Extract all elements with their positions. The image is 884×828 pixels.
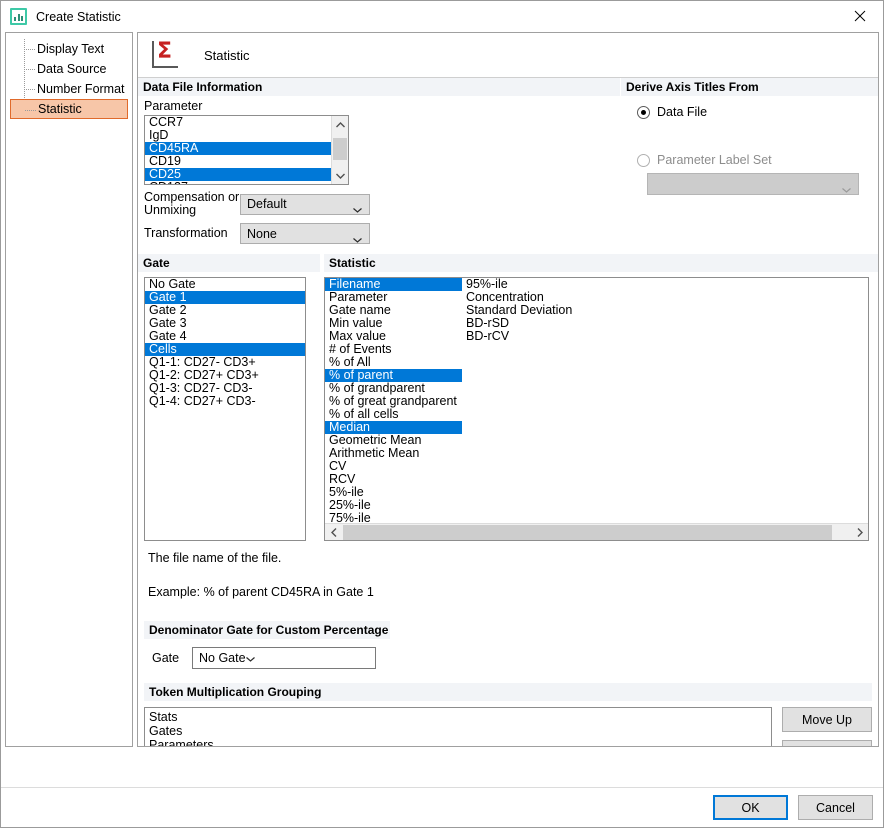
chevron-right-icon[interactable] [851, 524, 868, 541]
transformation-dropdown[interactable]: None [240, 223, 370, 244]
cancel-button[interactable]: Cancel [798, 795, 873, 820]
gate-section: Gate No Gate Gate 1 Gate 2 Gate 3 Gate 4… [138, 254, 320, 541]
tree-branch-icon [24, 69, 35, 70]
sidebar-item-label: Display Text [37, 42, 105, 56]
statistic-page: Σ Statistic Data File Information Parame… [137, 32, 879, 747]
list-item[interactable]: Stats [145, 710, 771, 724]
statistic-example: Example: % of parent CD45RA in Gate 1 [148, 585, 374, 599]
sidebar-item-number-format[interactable]: Number Format [6, 79, 132, 99]
list-item[interactable]: Gates [145, 724, 771, 738]
statistic-description: The file name of the file. [148, 551, 282, 565]
radio-icon [637, 153, 650, 167]
chart-window-icon [10, 8, 27, 25]
scrollbar-thumb[interactable] [343, 524, 832, 540]
statistic-column-secondary: 95%-ile Concentration Standard Deviation… [462, 278, 662, 343]
sidebar-item-label: Data Source [37, 62, 107, 76]
parameter-label-set-dropdown[interactable] [647, 173, 859, 195]
statistic-listbox[interactable]: Filename Parameter Gate name Min value M… [324, 277, 869, 541]
move-down-button[interactable]: Move Down [782, 740, 872, 746]
scrollbar-thumb[interactable] [333, 138, 347, 160]
list-item[interactable]: CCR7 [145, 116, 348, 129]
token-grouping-section: Token Multiplication Grouping Stats Gate… [138, 683, 878, 746]
tree-branch-icon [24, 89, 35, 90]
radio-data-file-label: Data File [657, 105, 708, 119]
title-bar: Create Statistic [1, 1, 883, 32]
sidebar-item-display-text[interactable]: Display Text [6, 39, 132, 59]
compensation-row: Compensation or Unmixing Default [144, 191, 620, 217]
navigation-tree: Display Text Data Source Number Format S… [5, 32, 133, 747]
chevron-down-icon [842, 182, 851, 196]
chevron-down-icon [353, 232, 362, 246]
page-title: Statistic [204, 47, 250, 63]
window-title: Create Statistic [36, 9, 121, 24]
list-item[interactable]: Q1-4: CD27+ CD3- [145, 395, 305, 408]
radio-icon [637, 105, 650, 119]
transformation-label: Transformation [144, 226, 228, 240]
denominator-header: Denominator Gate for Custom Percentage [144, 621, 390, 639]
dialog-footer: OK Cancel [1, 787, 883, 827]
ok-button[interactable]: OK [713, 795, 788, 820]
statistic-header: Statistic [324, 254, 878, 272]
tree-branch-icon [24, 49, 35, 50]
list-item[interactable]: CD127 [145, 181, 348, 185]
radio-parameter-label-set[interactable]: Parameter Label Set [637, 153, 878, 167]
compensation-label: Compensation or Unmixing [144, 190, 240, 217]
token-grouping-listbox[interactable]: Stats Gates Parameters [144, 707, 772, 746]
derive-axis-titles-section: Derive Axis Titles From Data File Parame… [620, 78, 878, 244]
data-file-information-section: Data File Information Parameter CCR7 IgD… [138, 78, 620, 244]
parameter-scrollbar[interactable] [331, 116, 348, 184]
sigma-icon: Σ [152, 40, 182, 70]
list-item[interactable]: Parameters [145, 738, 771, 746]
statistic-section: Statistic Filename Parameter Gate name M… [324, 254, 878, 541]
sidebar-item-data-source[interactable]: Data Source [6, 59, 132, 79]
denominator-gate-label: Gate [152, 651, 180, 665]
create-statistic-dialog: Create Statistic Display Text Data Sourc… [0, 0, 884, 828]
derive-axis-titles-header: Derive Axis Titles From [621, 78, 878, 96]
sidebar-item-label: Statistic [38, 102, 82, 116]
chevron-down-icon [353, 202, 362, 216]
scroll-up-icon[interactable] [332, 116, 348, 133]
statistic-column-primary: Filename Parameter Gate name Min value M… [325, 278, 462, 524]
chevron-down-icon [245, 651, 255, 665]
gate-header: Gate [138, 254, 320, 272]
scroll-down-icon[interactable] [332, 167, 348, 184]
radio-parameter-label-set-label: Parameter Label Set [657, 153, 772, 167]
transformation-row: Transformation None [144, 223, 620, 244]
denominator-section: Denominator Gate for Custom Percentage G… [138, 621, 878, 669]
move-up-button[interactable]: Move Up [782, 707, 872, 732]
sidebar-item-label: Number Format [37, 82, 125, 96]
list-item[interactable]: BD-rCV [462, 330, 662, 343]
parameter-label: Parameter [144, 99, 203, 113]
transformation-value: None [247, 226, 277, 241]
radio-data-file[interactable]: Data File [637, 105, 878, 119]
close-icon[interactable] [837, 1, 883, 31]
sidebar-item-statistic[interactable]: Statistic [10, 99, 128, 119]
parameter-listbox[interactable]: CCR7 IgD CD45RA CD19 CD25 CD127 [144, 115, 349, 185]
statistic-horizontal-scrollbar[interactable] [325, 523, 868, 540]
tree-branch-icon [25, 110, 36, 111]
page-header: Σ Statistic [138, 33, 878, 78]
data-file-information-header: Data File Information [138, 78, 620, 96]
gate-listbox[interactable]: No Gate Gate 1 Gate 2 Gate 3 Gate 4 Cell… [144, 277, 306, 541]
chevron-left-icon[interactable] [325, 524, 342, 541]
top-sections: Data File Information Parameter CCR7 IgD… [138, 78, 878, 244]
denominator-gate-value: No Gate [199, 651, 246, 665]
gate-statistic-sections: Gate No Gate Gate 1 Gate 2 Gate 3 Gate 4… [138, 254, 878, 541]
compensation-value: Default [247, 197, 287, 211]
compensation-dropdown[interactable]: Default [240, 193, 370, 216]
token-grouping-header: Token Multiplication Grouping [144, 683, 872, 701]
denominator-gate-dropdown[interactable]: No Gate [192, 647, 376, 669]
dialog-body: Display Text Data Source Number Format S… [1, 32, 883, 787]
